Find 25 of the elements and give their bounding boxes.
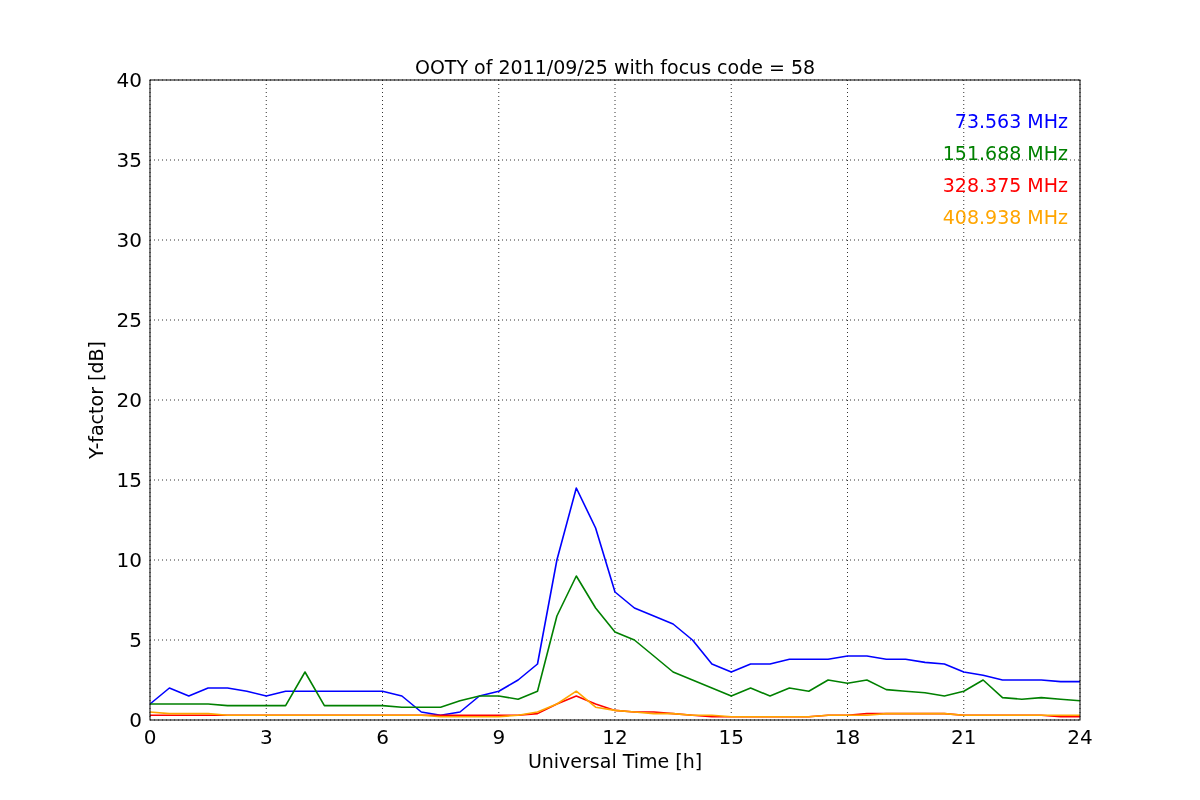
tick-label: 40 (116, 68, 142, 92)
tick-label: 12 (602, 725, 628, 749)
axis-title: Y-factor [dB] (85, 341, 107, 459)
tick-label: 5 (129, 628, 142, 652)
chart-title: OOTY of 2011/09/25 with focus code = 58 (414, 56, 816, 78)
legend-label: 151.688 MHz (942, 142, 1068, 164)
tick-label: 20 (116, 388, 142, 412)
tick-label: 21 (951, 725, 977, 749)
tick-label: 30 (116, 228, 142, 252)
tick-label: 0 (143, 725, 157, 749)
tick-label: 24 (1067, 725, 1093, 749)
legend-label: 328.375 MHz (942, 174, 1068, 196)
legend-label: 408.938 MHz (942, 206, 1068, 228)
tick-label: 15 (718, 725, 744, 749)
legend-label: 73.563 MHz (954, 110, 1068, 132)
tick-label: 0 (129, 708, 142, 732)
tick-label: 35 (116, 148, 142, 172)
tick-label: 18 (834, 725, 861, 749)
tick-label: 15 (116, 468, 142, 492)
tick-label: 9 (492, 725, 506, 749)
tick-label: 6 (376, 725, 389, 749)
tick-label: 10 (116, 548, 142, 572)
tick-label: 3 (259, 725, 273, 749)
axis-title: Universal Time [h] (527, 750, 703, 772)
tick-label: 25 (116, 308, 142, 332)
